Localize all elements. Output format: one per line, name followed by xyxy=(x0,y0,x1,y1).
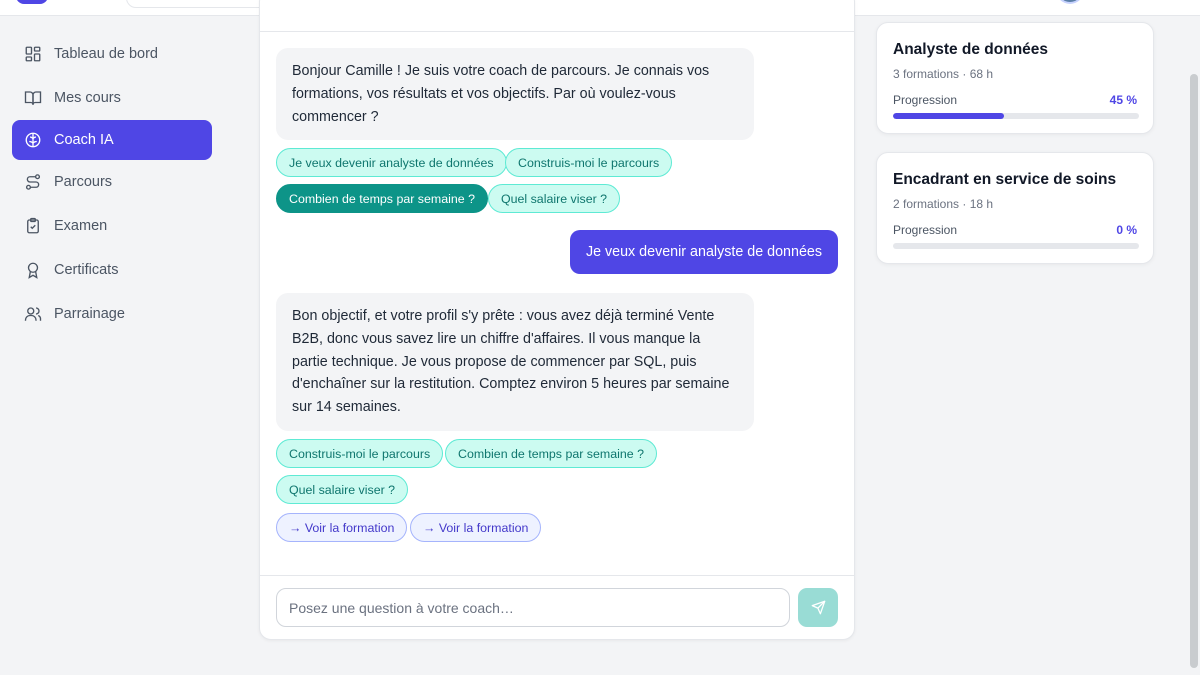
suggestion-chip[interactable]: Construis-moi le parcours xyxy=(276,439,444,468)
progress-label: Progression xyxy=(893,223,958,237)
sidebar-item-label: Certificats xyxy=(54,262,119,278)
progress-value: 45 % xyxy=(1109,93,1137,107)
progress-bar xyxy=(893,113,1139,119)
user-message: Je veux devenir analyste de données xyxy=(569,230,838,274)
dashboard-icon xyxy=(24,45,42,63)
header-divider xyxy=(260,31,854,32)
coach-chat-panel: Bonjour Camille ! Je suis votre coach de… xyxy=(259,0,855,640)
sidebar-item-parrainage[interactable]: Parrainage xyxy=(12,294,212,334)
path-card-title: Analyste de données xyxy=(893,41,1049,58)
clipboard-check-icon xyxy=(24,217,42,235)
sidebar: Tableau de bord Mes cours Coach IA Parco… xyxy=(0,16,226,675)
progress-bar xyxy=(893,243,1139,249)
suggestion-chip-selected[interactable]: Combien de temps par semaine ? xyxy=(276,184,488,213)
coach-message: Bon objectif, et votre profil s'y prête … xyxy=(276,293,754,431)
path-card[interactable]: Encadrant en service de soins 2 formatio… xyxy=(876,152,1154,264)
view-formation-link[interactable]: → Voir la formation xyxy=(410,513,542,542)
brain-icon xyxy=(24,131,42,149)
suggestion-chip[interactable]: Quel salaire viser ? xyxy=(276,475,409,504)
send-icon xyxy=(811,600,826,615)
sidebar-item-coach-ia[interactable]: Coach IA xyxy=(12,120,212,160)
progress-label: Progression xyxy=(893,93,958,107)
sidebar-item-label: Parrainage xyxy=(54,306,125,322)
award-icon xyxy=(24,261,42,279)
route-icon xyxy=(24,173,42,191)
suggestion-chip[interactable]: Combien de temps par semaine ? xyxy=(445,439,657,468)
path-card-meta: 3 formations · 68 h xyxy=(893,67,994,81)
path-card[interactable]: Analyste de données 3 formations · 68 h … xyxy=(876,22,1154,134)
sidebar-item-label: Coach IA xyxy=(54,132,114,148)
sidebar-item-label: Tableau de bord xyxy=(54,46,158,62)
sidebar-item-courses[interactable]: Mes cours xyxy=(12,78,212,118)
progress-bar-fill xyxy=(893,113,1004,119)
progress-value: 0 % xyxy=(1116,223,1137,237)
coach-message: Bonjour Camille ! Je suis votre coach de… xyxy=(276,48,754,141)
sidebar-item-parcours[interactable]: Parcours xyxy=(12,162,212,202)
input-divider xyxy=(260,575,854,576)
suggestion-chip[interactable]: Construis-moi le parcours xyxy=(505,148,673,177)
scrollbar[interactable] xyxy=(1190,74,1198,668)
sidebar-item-examen[interactable]: Examen xyxy=(12,206,212,246)
path-card-title: Encadrant en service de soins xyxy=(893,171,1117,188)
sidebar-item-certificats[interactable]: Certificats xyxy=(12,250,212,290)
chat-input[interactable] xyxy=(276,588,790,627)
app-logo[interactable] xyxy=(16,0,48,4)
sidebar-item-label: Mes cours xyxy=(54,90,121,106)
avatar[interactable] xyxy=(1056,0,1084,4)
sidebar-item-dashboard[interactable]: Tableau de bord xyxy=(12,34,212,74)
sidebar-item-label: Examen xyxy=(54,218,108,234)
sidebar-item-label: Parcours xyxy=(54,174,113,190)
view-formation-link[interactable]: → Voir la formation xyxy=(276,513,408,542)
send-button[interactable] xyxy=(798,588,838,627)
path-card-meta: 2 formations · 18 h xyxy=(893,197,994,211)
suggestion-chip[interactable]: Quel salaire viser ? xyxy=(488,184,621,213)
users-icon xyxy=(24,305,42,323)
book-icon xyxy=(24,89,42,107)
suggestion-chip[interactable]: Je veux devenir analyste de données xyxy=(276,148,507,177)
